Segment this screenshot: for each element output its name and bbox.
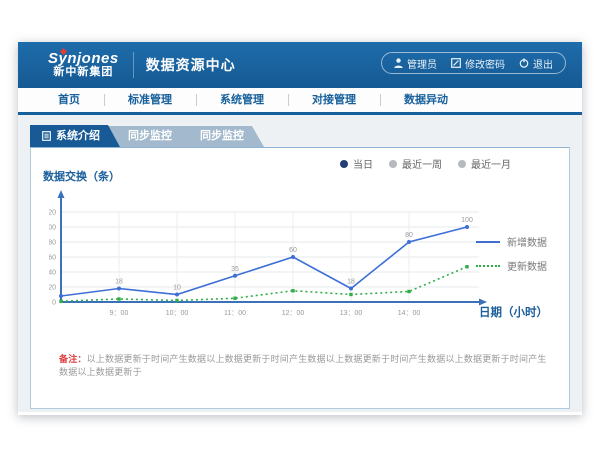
radio-selected-icon [340, 160, 348, 168]
radio-last-week-label: 最近一周 [402, 156, 442, 171]
radio-unselected-icon [389, 160, 397, 168]
edit-icon [451, 58, 461, 68]
time-range-filter: 当日 最近一周 最近一月 [340, 156, 511, 171]
data-point-label: 18 [115, 279, 123, 286]
change-password-label: 修改密码 [465, 56, 505, 71]
footnote: 备注：以上数据更新于时间产生数据以上数据更新于时间产生数据以上数据更新于时间产生… [59, 352, 553, 378]
user-toolbar: 管理员 修改密码 退出 [381, 52, 566, 74]
data-point [291, 289, 294, 292]
data-point-label: 10 [173, 285, 181, 292]
logout-label: 退出 [533, 56, 553, 71]
x-axis-title: 日期（小时） [479, 304, 548, 320]
legend-label: 更新数据 [507, 258, 547, 273]
tab-sync-monitor-1[interactable]: 同步监控 [108, 126, 192, 147]
logo: Synjones 新中新集团 [48, 51, 119, 78]
nav-item-data-change[interactable]: 数据异动 [380, 88, 472, 112]
chart-legend: 新增数据 更新数据 [476, 234, 547, 273]
power-icon [519, 58, 529, 68]
radio-today-label: 当日 [353, 156, 373, 171]
nav-item-standard-mgmt[interactable]: 标准管理 [104, 88, 196, 112]
y-axis-title: 数据交换（条） [43, 168, 120, 184]
data-point [117, 297, 120, 300]
admin-user-button[interactable]: 管理员 [394, 56, 437, 71]
app-header: Synjones 新中新集团 数据资源中心 管理员 修改密码 [18, 42, 582, 88]
tab-sync-monitor-2[interactable]: 同步监控 [180, 126, 264, 147]
x-tick-label: 11：00 [224, 310, 246, 317]
y-tick-label: 60 [49, 255, 56, 262]
nav-item-system-mgmt[interactable]: 系统管理 [196, 88, 288, 112]
chart-card: 当日 最近一周 最近一月 数据交换（条） 0 20 40 60 80 100 120 9：00… [30, 147, 570, 409]
data-point [59, 300, 62, 303]
content-area: 系统介绍 同步监控 同步监控 当日 最近一周 最近一月 数据交 [18, 115, 582, 412]
header-divider [133, 52, 134, 78]
nav-item-interface-mgmt[interactable]: 对接管理 [288, 88, 380, 112]
exchange-chart: 0 20 40 60 80 100 120 9：00 10：00 11：00 12：00 13：00 1… [49, 184, 499, 324]
data-point-label: 35 [231, 266, 239, 273]
x-tick-label: 10：00 [166, 310, 189, 317]
user-icon [394, 58, 403, 68]
data-point [233, 274, 237, 278]
tab-label: 系统介绍 [56, 125, 100, 147]
main-nav: 首页 标准管理 系统管理 对接管理 数据异动 [18, 88, 582, 115]
x-tick-label: 14：00 [398, 310, 421, 317]
data-point [233, 297, 236, 300]
data-point-label: 100 [461, 217, 473, 224]
tab-system-intro[interactable]: 系统介绍 [30, 125, 120, 147]
radio-last-month-label: 最近一月 [471, 156, 511, 171]
y-tick-label: 40 [49, 270, 56, 277]
y-tick-label: 120 [49, 210, 56, 217]
y-tick-label: 0 [52, 300, 56, 307]
radio-today[interactable]: 当日 [340, 156, 373, 171]
nav-item-home[interactable]: 首页 [34, 88, 104, 112]
y-axis-arrow-icon [58, 190, 65, 198]
x-tick-label: 13：00 [340, 310, 363, 317]
data-point [59, 294, 63, 298]
x-tick-label: 9：00 [110, 310, 129, 317]
radio-last-month[interactable]: 最近一月 [458, 156, 511, 171]
admin-label: 管理员 [407, 56, 437, 71]
legend-label: 新增数据 [507, 234, 547, 249]
logo-text-cn: 新中新集团 [48, 67, 119, 79]
radio-unselected-icon [458, 160, 466, 168]
footnote-label: 备注： [59, 354, 87, 364]
footnote-text: 以上数据更新于时间产生数据以上数据更新于时间产生数据以上数据更新于时间产生数据以… [59, 354, 547, 377]
data-point [407, 290, 410, 293]
legend-item-new-data: 新增数据 [476, 234, 547, 249]
radio-last-week[interactable]: 最近一周 [389, 156, 442, 171]
data-point [117, 287, 121, 291]
data-point [291, 255, 295, 259]
legend-line-solid-icon [476, 241, 500, 243]
logo-text-en: Synjones [48, 51, 119, 67]
legend-line-dotted-icon [476, 265, 500, 267]
y-tick-label: 80 [49, 240, 56, 247]
data-point-label: 80 [405, 232, 413, 239]
document-icon [42, 131, 51, 141]
y-tick-label: 20 [49, 285, 56, 292]
data-point [407, 240, 411, 244]
data-point [349, 293, 352, 296]
data-point [465, 265, 468, 268]
tab-bar: 系统介绍 同步监控 同步监控 [30, 125, 582, 147]
y-tick-label: 100 [49, 225, 56, 232]
data-point-label: 18 [347, 279, 355, 286]
data-point [175, 293, 179, 297]
data-point [465, 225, 469, 229]
x-tick-label: 12：00 [282, 310, 305, 317]
app-window: Synjones 新中新集团 数据资源中心 管理员 修改密码 [18, 42, 582, 415]
data-point [175, 299, 178, 302]
data-point [349, 287, 353, 291]
page-title: 数据资源中心 [146, 55, 236, 75]
data-point-label: 60 [289, 247, 297, 254]
legend-item-updated-data: 更新数据 [476, 258, 547, 273]
logout-button[interactable]: 退出 [519, 56, 553, 71]
change-password-button[interactable]: 修改密码 [451, 56, 505, 71]
